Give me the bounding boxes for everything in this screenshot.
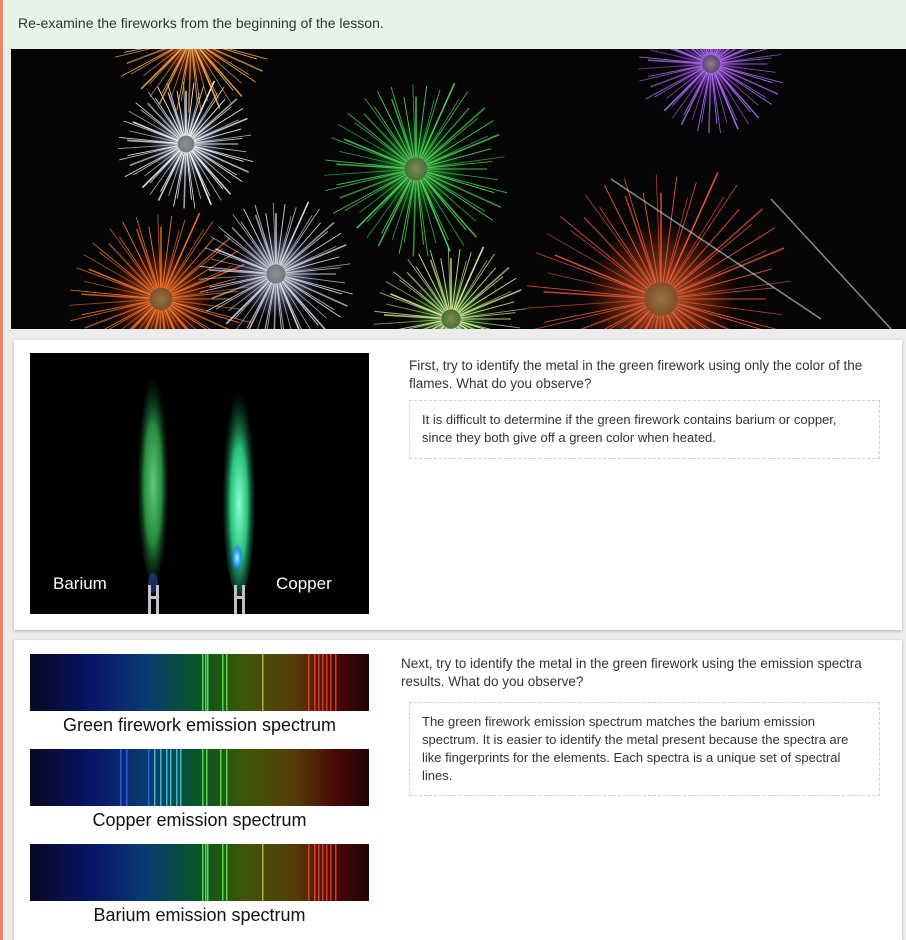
- spectral-line: [335, 844, 337, 901]
- spectral-line: [226, 844, 228, 901]
- spectral-line: [322, 844, 324, 901]
- question-1-text: First, try to identify the metal in the …: [409, 358, 863, 391]
- answer-2-text: The green firework emission spectrum mat…: [422, 714, 849, 783]
- spectral-line: [160, 749, 162, 806]
- barium-spectrum: [30, 844, 369, 901]
- spectral-line: [180, 749, 182, 806]
- spectral-line: [308, 654, 310, 711]
- emission-spectra-card: Green firework emission spectrum Copper …: [14, 640, 902, 940]
- spectral-line: [226, 749, 228, 806]
- spectral-line: [207, 844, 209, 901]
- prompt-text: Re-examine the fireworks from the beginn…: [18, 15, 384, 31]
- spectral-line: [222, 654, 224, 711]
- spectral-line: [262, 844, 264, 901]
- spectral-line: [207, 654, 209, 711]
- left-accent-bar: [0, 0, 3, 940]
- spectral-line: [166, 749, 168, 806]
- green-firework-spectrum: [30, 654, 369, 711]
- answer-1-box[interactable]: It is difficult to determine if the gree…: [409, 400, 880, 459]
- spectrum-svg-barium: [30, 844, 369, 901]
- spectral-line: [205, 844, 207, 901]
- prompt-bar: Re-examine the fireworks from the beginn…: [3, 0, 906, 48]
- spectral-line: [322, 654, 324, 711]
- spectral-line: [205, 654, 207, 711]
- question-2-text: Next, try to identify the metal in the g…: [401, 656, 862, 689]
- flame-test-image: Barium Copper: [30, 353, 369, 614]
- spectral-line: [335, 654, 337, 711]
- spectrum-svg-green-firework: [30, 654, 369, 711]
- spectral-line: [318, 654, 320, 711]
- spectral-line: [202, 844, 204, 901]
- spectral-line: [202, 654, 204, 711]
- copper-flame-core: [231, 544, 243, 572]
- fireworks-image: [11, 49, 906, 329]
- spectral-line: [154, 749, 156, 806]
- spectral-line: [330, 654, 332, 711]
- answer-2-box[interactable]: The green firework emission spectrum mat…: [409, 702, 880, 796]
- copper-spectrum-caption: Copper emission spectrum: [92, 810, 307, 830]
- spectral-line: [120, 749, 122, 806]
- fireworks-illustration: [11, 49, 906, 329]
- green-firework-spectrum-caption: Green firework emission spectrum: [62, 715, 337, 735]
- spectral-line: [202, 749, 204, 806]
- spectral-line: [220, 749, 222, 806]
- spectral-line: [206, 749, 208, 806]
- spectral-line: [222, 844, 224, 901]
- spectral-line: [226, 654, 228, 711]
- barium-label: Barium: [53, 574, 107, 593]
- spectral-line: [330, 844, 332, 901]
- spectral-line: [308, 844, 310, 901]
- spectral-line: [170, 749, 172, 806]
- spectral-line: [126, 749, 128, 806]
- spectral-line: [314, 844, 316, 901]
- barium-spectrum-caption: Barium emission spectrum: [93, 905, 306, 925]
- copper-spectrum: [30, 749, 369, 806]
- spectral-line: [148, 749, 150, 806]
- spectrum-svg-copper: [30, 749, 369, 806]
- spectral-line: [176, 749, 178, 806]
- spectral-line: [326, 844, 328, 901]
- spectral-line: [314, 654, 316, 711]
- copper-label: Copper: [276, 574, 332, 593]
- spectral-line: [262, 654, 264, 711]
- flame-test-card: Barium Copper First, try to identify the…: [14, 340, 902, 630]
- spectral-line: [318, 844, 320, 901]
- answer-1-text: It is difficult to determine if the gree…: [422, 412, 837, 445]
- spectral-line: [326, 654, 328, 711]
- barium-flame: [137, 365, 169, 581]
